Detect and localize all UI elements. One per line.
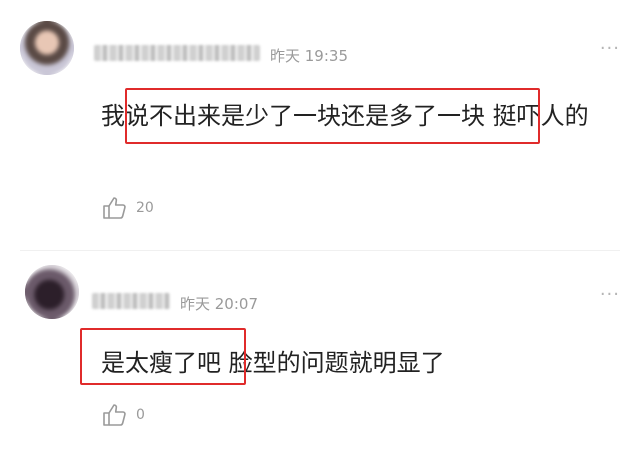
like-count: 20 [136, 200, 154, 216]
comment-item: 昨天 19:35 ··· 我说不出来是少了一块还是多了一块 挺吓人的 20 [0, 0, 640, 250]
highlight-box [80, 328, 246, 385]
more-options-icon[interactable]: ··· [600, 286, 620, 304]
username-blurred[interactable] [92, 293, 170, 309]
comment-timestamp: 昨天 20:07 [180, 295, 258, 313]
highlight-box [125, 88, 540, 144]
more-options-icon[interactable]: ··· [600, 40, 620, 58]
like-button[interactable]: 0 [100, 401, 145, 429]
like-count: 0 [136, 407, 145, 423]
comment-timestamp: 昨天 19:35 [270, 47, 348, 65]
avatar[interactable] [25, 265, 79, 319]
like-button[interactable]: 20 [100, 194, 154, 222]
thumbs-up-icon [103, 404, 126, 426]
username-blurred[interactable] [94, 45, 260, 61]
avatar[interactable] [20, 21, 74, 75]
thumbs-up-icon [103, 197, 126, 219]
